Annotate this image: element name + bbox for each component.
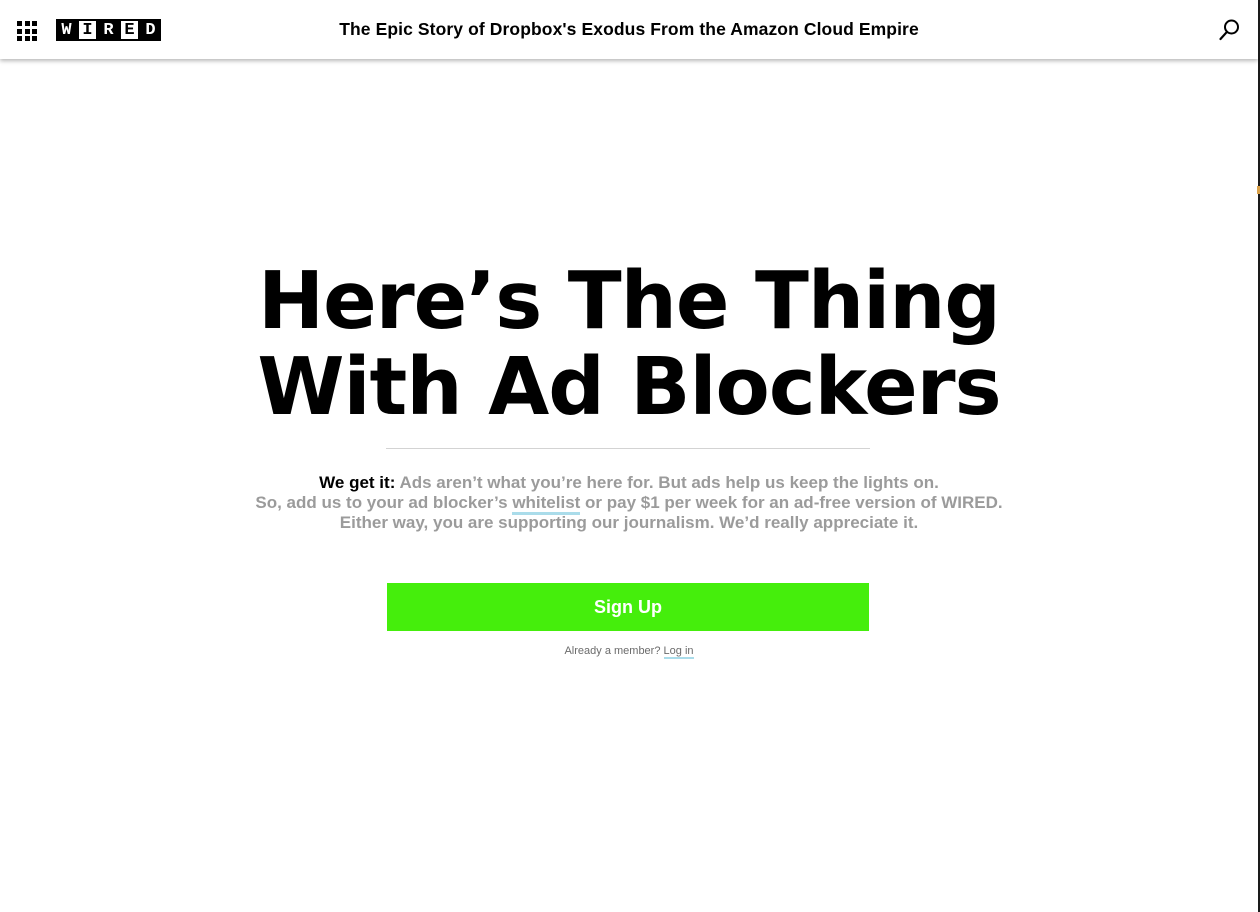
member-login-prompt: Already a member? Log in	[0, 644, 1258, 659]
search-icon-graphic	[1219, 19, 1239, 41]
sign-up-button[interactable]: Sign Up	[387, 583, 869, 631]
message-line-3: Either way, you are supporting our journ…	[339, 513, 919, 532]
member-prompt-text: Already a member?	[564, 645, 661, 657]
headline-line-2: With Ad Blockers	[257, 341, 1001, 433]
message-line-2-start: So, add us to your ad blocker’s	[255, 493, 513, 512]
page: W I R E D The Epic Story of Dropbox's Ex…	[0, 0, 1260, 912]
headline-line-1: Here’s The Thing	[258, 255, 1001, 347]
headline-divider	[386, 448, 870, 449]
message-lead: We get it:	[319, 473, 396, 492]
article-title[interactable]: The Epic Story of Dropbox's Exodus From …	[0, 19, 1258, 40]
ad-blocker-headline: Here’s The Thing With Ad Blockers	[0, 258, 1258, 430]
message-line-1-text: Ads aren’t what you’re here for. But ads…	[395, 473, 939, 492]
log-in-link[interactable]: Log in	[663, 645, 694, 659]
message-line-2-end: or pay $1 per week for an ad-free versio…	[580, 493, 1003, 512]
site-header: W I R E D The Epic Story of Dropbox's Ex…	[0, 0, 1258, 59]
message-line-1: We get it: Ads aren’t what you’re here f…	[0, 473, 1258, 493]
ad-blocker-message: We get it: Ads aren’t what you’re here f…	[0, 473, 1258, 533]
search-icon[interactable]	[1218, 18, 1242, 42]
whitelist-link[interactable]: whitelist	[512, 493, 581, 515]
message-line-2: So, add us to your ad blocker’s whitelis…	[0, 493, 1258, 515]
